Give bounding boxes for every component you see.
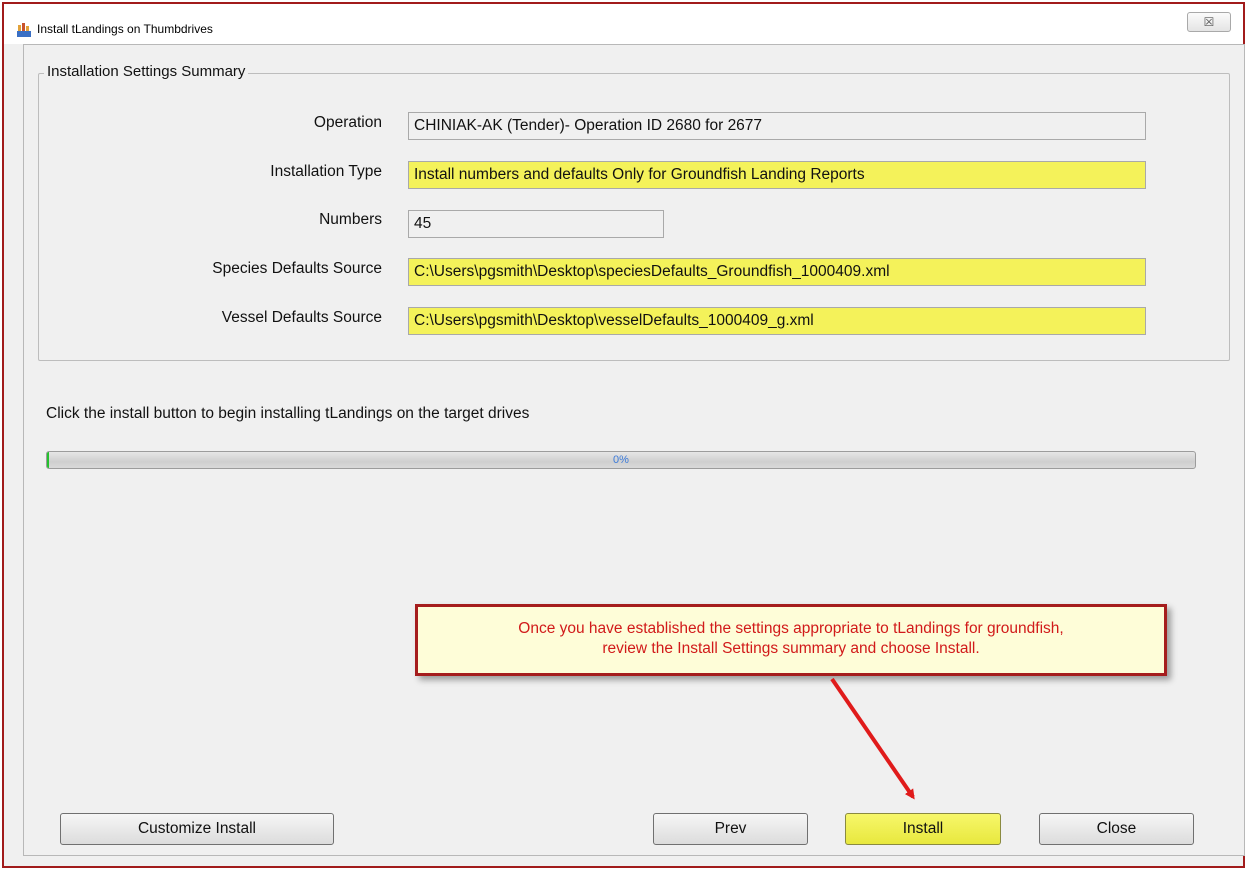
callout-line-1: Once you have established the settings a… [518,620,1064,637]
annotation-callout: Once you have established the settings a… [415,604,1167,676]
installation-type-field: Install numbers and defaults Only for Gr… [408,161,1146,189]
operation-field: CHINIAK-AK (Tender)- Operation ID 2680 f… [408,112,1146,140]
close-window-button[interactable]: ☒ [1187,12,1231,32]
app-icon [17,23,31,37]
install-button[interactable]: Install [845,813,1001,845]
close-button[interactable]: Close [1039,813,1194,845]
settings-summary-title: Installation Settings Summary [44,63,249,80]
numbers-field: 45 [408,210,664,238]
install-instruction: Click the install button to begin instal… [46,405,530,422]
install-progress-bar: 0% [46,451,1196,469]
title-bar: Install tLandings on Thumbdrives ☒ [4,4,1243,44]
vessel-defaults-field: C:\Users\pgsmith\Desktop\vesselDefaults_… [408,307,1146,335]
prev-button[interactable]: Prev [653,813,808,845]
dialog-window: Install tLandings on Thumbdrives ☒ Insta… [2,2,1245,868]
callout-line-2: review the Install Settings summary and … [602,640,980,657]
operation-label: Operation [313,114,382,131]
installation-type-label: Installation Type [270,163,382,180]
customize-install-button[interactable]: Customize Install [60,813,334,845]
close-icon: ☒ [1203,15,1215,29]
content-panel: Installation Settings Summary Operation … [23,44,1245,856]
species-defaults-label: Species Defaults Source [212,260,382,277]
window-title: Install tLandings on Thumbdrives [37,22,213,36]
species-defaults-field: C:\Users\pgsmith\Desktop\speciesDefaults… [408,258,1146,286]
progress-label: 0% [613,454,629,466]
numbers-label: Numbers [319,211,382,228]
vessel-defaults-label: Vessel Defaults Source [221,309,382,326]
